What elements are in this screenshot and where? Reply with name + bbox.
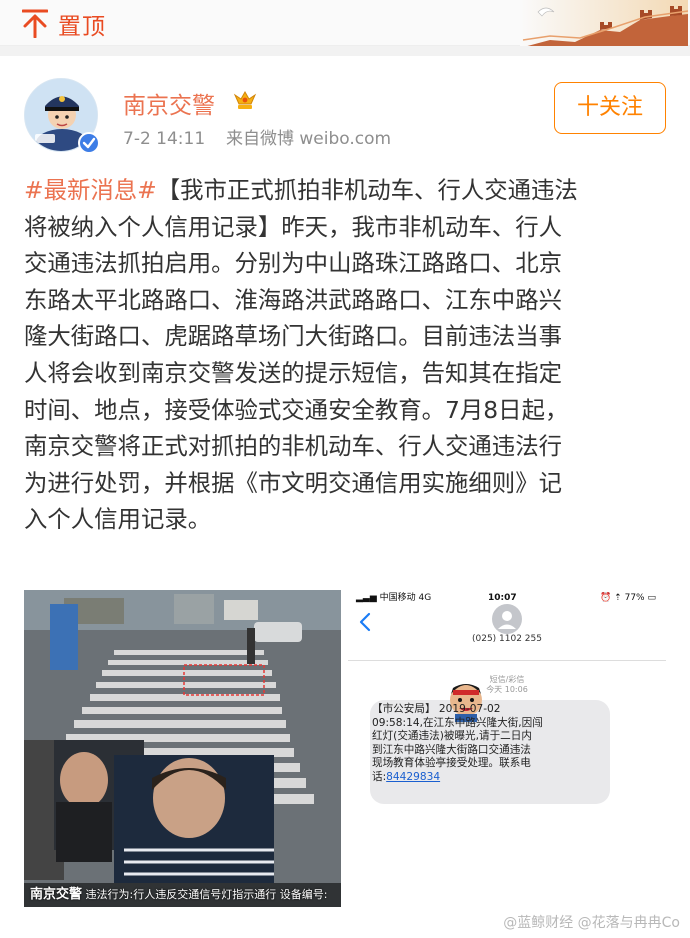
post-line: 东路太平北路路口、淮海路洪武路路口、江东中路兴: [24, 285, 562, 314]
post-line: 隆大街路口、虎踞路草场门大街路口。目前违法当事: [24, 322, 562, 351]
crosswalk-capture-image: [24, 590, 341, 907]
carrier-label: 中国移动: [379, 593, 416, 603]
post-source[interactable]: 来自微博 weibo.com: [226, 129, 391, 149]
camera-caption: 南京交警 违法行为:行人违反交通信号灯指示通行 设备编号:: [24, 883, 341, 907]
signal-icon: ▂▃▅: [356, 593, 377, 603]
sms-phone-link[interactable]: 84429834: [386, 771, 440, 783]
great-wall-dove-icon: [520, 0, 688, 50]
battery-label: 77%: [624, 593, 645, 603]
post-line: 人将会收到南京交警发送的提示短信，告知其在指定: [24, 358, 562, 387]
camera-caption-text: 违法行为:行人违反交通信号灯指示通行 设备编号:: [85, 888, 328, 901]
post-line: 时间、地点，接受体验式交通安全教育。7月8日起，: [24, 395, 569, 424]
sms-line: 现场教育体验亭接受处理。联系电: [372, 757, 531, 770]
network-label: 4G: [418, 593, 432, 603]
author-name[interactable]: 南京交警: [123, 86, 215, 120]
contact-avatar-icon: [492, 604, 522, 634]
sms-tel-prefix: 话:: [372, 770, 387, 783]
post-image-traffic-camera[interactable]: 南京交警 违法行为:行人违反交通信号灯指示通行 设备编号:: [24, 590, 341, 907]
pin-top-icon[interactable]: [22, 8, 48, 38]
sms-time-label: 今天 10:06: [486, 685, 528, 694]
watermark: @蓝鲸财经 @花落与冉冉Co: [503, 915, 680, 931]
post-line-text: 【我市正式抓拍非机动车、行人交通违法: [156, 176, 578, 204]
alarm-icon: ⏰ ⇡: [600, 593, 622, 603]
sms-line: 【市公安局】 2019-07-02: [372, 703, 501, 715]
verified-badge-icon: [78, 132, 100, 154]
post-time: 7-2 14:11: [123, 129, 206, 149]
sms-message: 【市公安局】 2019-07-02 09:58:14,在江东中路兴隆大街,因闯 …: [372, 703, 602, 785]
post-body: #最新消息#【我市正式抓拍非机动车、行人交通违法 将被纳入个人信用记录】昨天，我…: [24, 172, 674, 538]
camera-caption-brand: 南京交警: [30, 887, 83, 902]
post-line: 交通违法抓拍启用。分别为中山路珠江路路口、北京: [24, 249, 562, 278]
post-line: 为进行处罚，并根据《市文明交通信用实施细则》记: [24, 468, 562, 497]
post-line: #最新消息#【我市正式抓拍非机动车、行人交通违法: [24, 172, 674, 209]
battery-icon: ▭: [647, 593, 656, 603]
post-line: 将被纳入个人信用记录】昨天，我市非机动车、行人: [24, 212, 562, 241]
post-line: 南京交警将正式对抓拍的非机动车、行人交通违法行: [24, 432, 562, 461]
sms-line: 红灯(交通违法)被曝光,请于二日内: [372, 730, 532, 743]
vip-badge-icon[interactable]: [232, 88, 258, 112]
header-divider: [348, 660, 666, 661]
sms-line: 到江东中路兴隆大街路口交通违法: [372, 743, 531, 756]
top-bar: 置顶: [0, 0, 690, 50]
hashtag-link[interactable]: #最新消息#: [24, 176, 157, 204]
follow-button[interactable]: 十关注: [554, 82, 666, 134]
status-bar-carrier: ▂▃▅ 中国移动 4G: [356, 590, 431, 606]
back-arrow-icon[interactable]: [358, 612, 372, 632]
post-meta: 7-2 14:11 来自微博 weibo.com: [123, 124, 391, 149]
contact-number[interactable]: (025) 1102 255: [348, 634, 666, 644]
pin-label[interactable]: 置顶: [58, 7, 106, 41]
post-line: 入个人信用记录。: [24, 505, 212, 534]
status-bar-battery: ⏰ ⇡ 77% ▭: [600, 590, 656, 606]
section-divider: [0, 46, 690, 56]
sms-line: 09:58:14,在江东中路兴隆大街,因闯: [372, 716, 543, 729]
sms-line: 话:84429834: [372, 771, 602, 785]
